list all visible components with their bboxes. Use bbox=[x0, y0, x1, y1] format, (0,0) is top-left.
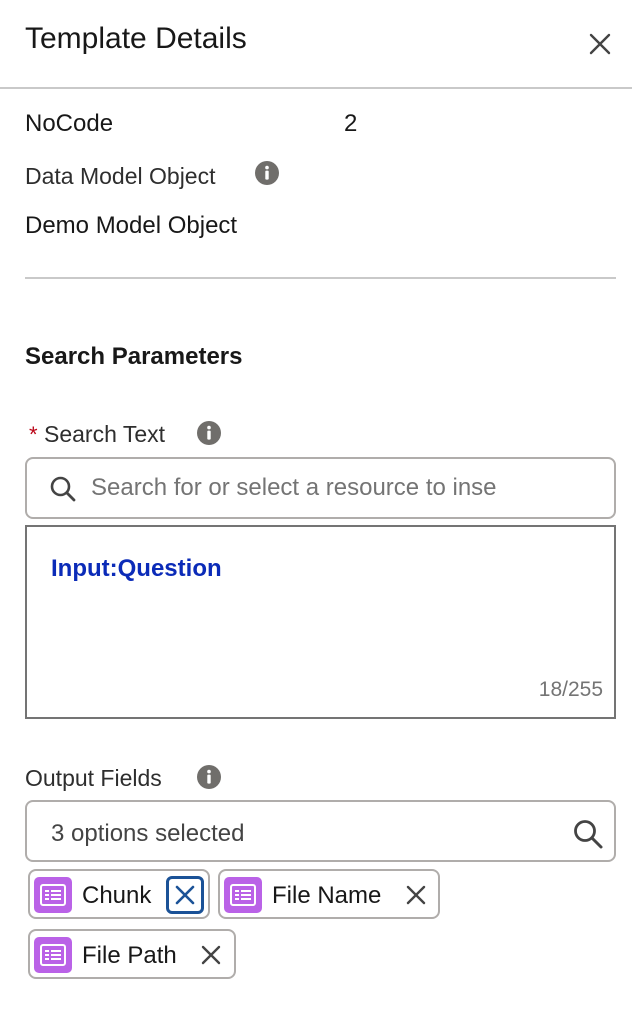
character-counter: 18/255 bbox=[538, 678, 603, 701]
close-icon bbox=[406, 885, 426, 905]
data-model-object-value: Demo Model Object bbox=[25, 212, 238, 239]
pill-file-path: File Path bbox=[28, 929, 236, 979]
search-icon bbox=[50, 476, 76, 502]
selected-summary: 3 options selected bbox=[51, 820, 245, 847]
search-icon bbox=[574, 820, 603, 849]
pill-label: File Name bbox=[272, 882, 382, 909]
resource-search-box[interactable] bbox=[25, 457, 616, 519]
section-title-search-parameters: Search Parameters bbox=[25, 343, 243, 370]
record-icon bbox=[34, 877, 72, 913]
remove-pill-button[interactable] bbox=[397, 876, 435, 914]
panel-header: Template Details bbox=[0, 0, 632, 89]
resource-token: Input:Question bbox=[51, 555, 222, 582]
record-icon bbox=[34, 937, 72, 973]
divider bbox=[25, 277, 616, 279]
pill-label: Chunk bbox=[82, 882, 152, 909]
search-text-label: Search Text bbox=[44, 421, 166, 447]
required-marker: * bbox=[29, 422, 38, 447]
nocode-label: NoCode bbox=[25, 110, 114, 137]
close-icon bbox=[201, 945, 221, 965]
info-icon[interactable] bbox=[254, 160, 280, 191]
info-icon[interactable] bbox=[196, 764, 222, 795]
nocode-value: 2 bbox=[344, 110, 358, 137]
search-text-area[interactable]: Input:Question 18/255 bbox=[25, 525, 616, 719]
pill-file-name: File Name bbox=[218, 869, 440, 919]
output-fields-label: Output Fields bbox=[25, 765, 162, 791]
remove-pill-button[interactable] bbox=[166, 876, 204, 914]
resource-search-input[interactable] bbox=[91, 469, 606, 507]
close-icon bbox=[175, 885, 195, 905]
output-fields-combobox[interactable]: 3 options selected bbox=[25, 800, 616, 862]
data-model-object-label: Data Model Object bbox=[25, 163, 216, 189]
pill-label: File Path bbox=[82, 942, 177, 969]
page-title: Template Details bbox=[25, 22, 247, 55]
close-button[interactable] bbox=[582, 26, 618, 62]
remove-pill-button[interactable] bbox=[192, 936, 230, 974]
close-icon bbox=[589, 33, 611, 55]
info-icon[interactable] bbox=[196, 420, 222, 451]
pill-chunk: Chunk bbox=[28, 869, 210, 919]
record-icon bbox=[224, 877, 262, 913]
